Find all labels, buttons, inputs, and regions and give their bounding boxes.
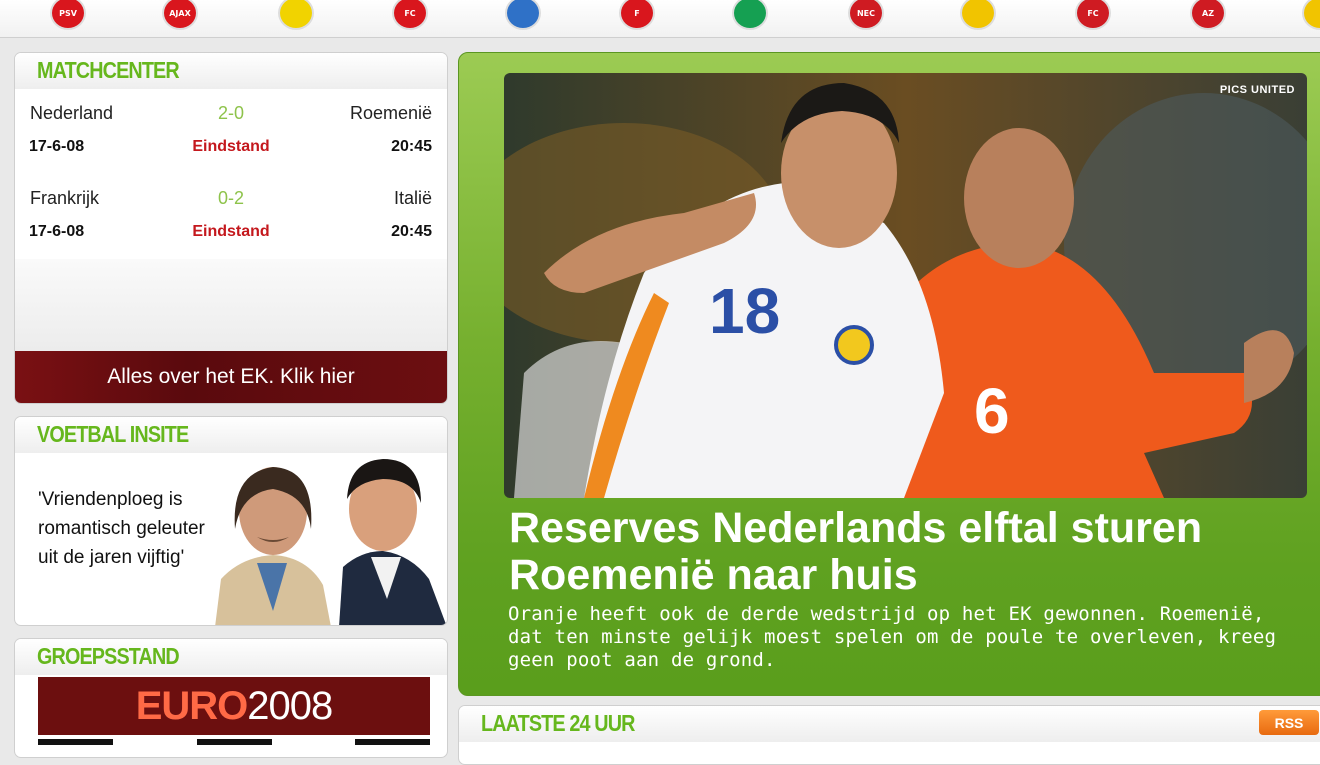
hero-lead-text: Oranje heeft ook de derde wedstrijd op h… bbox=[508, 603, 1277, 671]
hero-headline-link[interactable]: Reserves Nederlands elftal sturen Roemen… bbox=[509, 505, 1289, 599]
latest-panel: LAATSTE 24 UUR RSS bbox=[458, 705, 1320, 765]
feyenoord-crest-icon: F bbox=[619, 0, 655, 30]
groningen-crest-icon bbox=[732, 0, 768, 30]
heerenveen-icon[interactable] bbox=[503, 0, 543, 32]
groepsstand-header: GROEPSSTAND bbox=[15, 639, 447, 675]
insite-panel: VOETBAL INSITE 'Vriendenploeg is romanti… bbox=[14, 416, 448, 626]
euro2008-logo-text: EURO2008 bbox=[135, 683, 334, 728]
twente-icon[interactable]: FC bbox=[390, 0, 430, 32]
match-time: 20:45 bbox=[391, 138, 432, 155]
club-icon[interactable] bbox=[1300, 0, 1320, 32]
match-home-team: Frankrijk bbox=[30, 188, 100, 208]
ajax-crest-icon: AJAX bbox=[162, 0, 198, 30]
hero-photo[interactable]: 6 18 PICS UNITED bbox=[504, 73, 1307, 498]
matchcenter-spacer bbox=[15, 259, 447, 351]
twente-crest-icon: FC bbox=[392, 0, 428, 30]
groepsstand-panel: GROEPSSTAND EURO2008 bbox=[14, 638, 448, 758]
match-away-team: Roemenië bbox=[349, 103, 432, 123]
az-crest-icon: AZ bbox=[1190, 0, 1226, 30]
feyenoord-icon[interactable]: F bbox=[617, 0, 657, 32]
groepsstand-title: GROEPSSTAND bbox=[37, 643, 180, 669]
photo-credit: PICS UNITED bbox=[1219, 84, 1295, 96]
svg-text:6: 6 bbox=[974, 375, 1010, 447]
matchcenter-title: MATCHCENTER bbox=[37, 57, 180, 83]
match-date: 17-6-08 bbox=[29, 138, 85, 155]
table-header-row bbox=[38, 739, 430, 745]
roda-crest-icon bbox=[960, 0, 996, 30]
match-row[interactable]: Nederland 2-0 Roemenië 17-6-08 Eindstand… bbox=[15, 89, 447, 173]
nec-crest-icon: NEC bbox=[848, 0, 884, 30]
matchcenter-header: MATCHCENTER bbox=[15, 53, 447, 89]
ajax-icon[interactable]: AJAX bbox=[160, 0, 200, 32]
latest-header: LAATSTE 24 UUR bbox=[459, 706, 1320, 742]
latest-title: LAATSTE 24 UUR bbox=[481, 710, 635, 736]
hero-photo-image: 6 18 bbox=[504, 73, 1307, 498]
hero-panel: 6 18 PICS UNITED Reserves Nederlands elf… bbox=[458, 52, 1320, 696]
euro2008-banner[interactable]: EURO2008 bbox=[38, 677, 430, 735]
club-bar: PSV AJAX FC F NEC FC AZ bbox=[0, 0, 1320, 38]
svg-text:18: 18 bbox=[709, 275, 780, 347]
nec-icon[interactable]: NEC bbox=[846, 0, 886, 32]
match-away-team: Italië bbox=[393, 188, 432, 208]
match-time: 20:45 bbox=[391, 223, 432, 240]
utrecht-icon[interactable]: FC bbox=[1073, 0, 1113, 32]
groningen-icon[interactable] bbox=[730, 0, 770, 32]
psv-icon[interactable]: PSV bbox=[48, 0, 88, 32]
match-date: 17-6-08 bbox=[29, 223, 85, 240]
roda-icon[interactable] bbox=[958, 0, 998, 32]
psv-crest-icon: PSV bbox=[50, 0, 86, 30]
insite-quote-link[interactable]: 'Vriendenploeg is romantisch geleuter ui… bbox=[38, 485, 228, 572]
insite-photo[interactable] bbox=[211, 439, 448, 626]
match-row[interactable]: Frankrijk 0-2 Italië 17-6-08 Eindstand 2… bbox=[15, 174, 447, 258]
matchcenter-panel: MATCHCENTER Nederland 2-0 Roemenië 17-6-… bbox=[14, 52, 448, 404]
az-icon[interactable]: AZ bbox=[1188, 0, 1228, 32]
club-crest-icon bbox=[1302, 0, 1320, 30]
heerenveen-crest-icon bbox=[505, 0, 541, 30]
insite-title: VOETBAL INSITE bbox=[37, 421, 189, 447]
ek-link-button[interactable]: Alles over het EK. Klik hier bbox=[15, 351, 447, 403]
rss-button[interactable]: RSS bbox=[1259, 710, 1319, 735]
vitesse-crest-icon bbox=[278, 0, 314, 30]
match-home-team: Nederland bbox=[30, 103, 114, 123]
vitesse-icon[interactable] bbox=[276, 0, 316, 32]
utrecht-crest-icon: FC bbox=[1075, 0, 1111, 30]
